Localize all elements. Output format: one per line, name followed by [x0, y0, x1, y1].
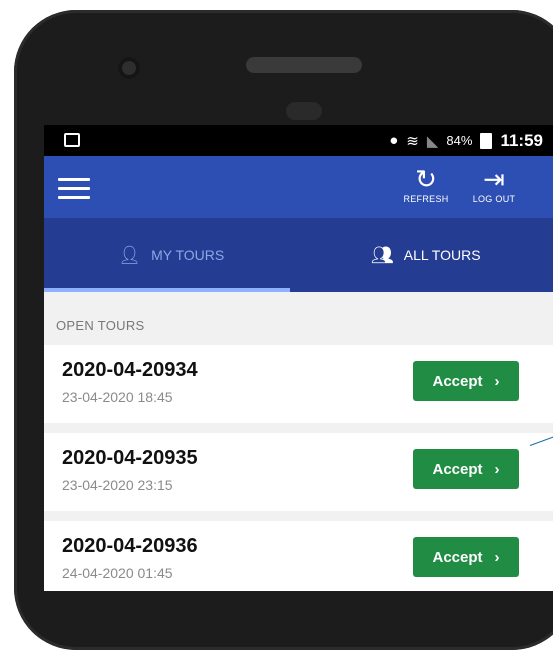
people-icon: 👥︎: [371, 245, 394, 266]
chevron-right-icon: ›: [495, 373, 500, 390]
speaker-grille: [246, 57, 362, 73]
section-label: OPEN TOURS: [44, 292, 553, 345]
tour-id: 2020-04-20935: [62, 447, 198, 470]
location-icon: ●: [389, 132, 398, 149]
accept-button[interactable]: Accept ›: [413, 449, 519, 489]
app-screen: ● ≋ ◣ 84% 11:59 ↻ REFRESH ⇥ LOG OUT 👤︎ M…: [44, 125, 553, 591]
logout-icon: ⇥: [464, 164, 524, 194]
app-bar: ↻ REFRESH ⇥ LOG OUT: [44, 156, 553, 218]
tab-bar: 👤︎ MY TOURS 👥︎ ALL TOURS: [44, 218, 553, 292]
signal-icon: ◣: [427, 132, 439, 150]
tour-date: 23-04-2020 18:45: [62, 389, 173, 405]
active-tab-indicator: [44, 288, 290, 292]
chevron-right-icon: ›: [495, 461, 500, 478]
status-bar: ● ≋ ◣ 84% 11:59: [44, 125, 553, 156]
accept-label: Accept: [432, 461, 482, 478]
tour-date: 23-04-2020 23:15: [62, 477, 173, 493]
proximity-sensor: [286, 102, 322, 120]
tab-my-tours[interactable]: 👤︎ MY TOURS: [44, 218, 299, 292]
hamburger-menu-icon[interactable]: [58, 178, 90, 198]
clock: 11:59: [500, 131, 543, 151]
accept-label: Accept: [432, 549, 482, 566]
chevron-right-icon: ›: [495, 549, 500, 566]
accept-button[interactable]: Accept ›: [413, 361, 519, 401]
tab-all-tours-label: ALL TOURS: [404, 247, 481, 263]
accept-label: Accept: [432, 373, 482, 390]
refresh-label: REFRESH: [396, 194, 456, 204]
logout-label: LOG OUT: [464, 194, 524, 204]
person-icon: 👤︎: [118, 245, 141, 266]
tour-date: 24-04-2020 01:45: [62, 565, 173, 581]
accept-button[interactable]: Accept ›: [413, 537, 519, 577]
wifi-icon: ≋: [406, 132, 419, 150]
tour-card: 2020-04-20935 23-04-2020 23:15 Accept ›: [44, 433, 553, 511]
tour-id: 2020-04-20936: [62, 535, 198, 558]
tour-id: 2020-04-20934: [62, 359, 198, 382]
logout-button[interactable]: ⇥ LOG OUT: [464, 164, 524, 204]
camera-icon: [118, 57, 140, 79]
image-notification-icon: [64, 133, 80, 147]
tab-all-tours[interactable]: 👥︎ ALL TOURS: [299, 218, 553, 292]
refresh-icon: ↻: [396, 164, 456, 194]
tour-card: 2020-04-20936 24-04-2020 01:45 Accept ›: [44, 521, 553, 591]
refresh-button[interactable]: ↻ REFRESH: [396, 164, 456, 204]
battery-percent: 84%: [446, 133, 472, 148]
tour-card: 2020-04-20934 23-04-2020 18:45 Accept ›: [44, 345, 553, 423]
battery-icon: [480, 133, 492, 149]
tab-my-tours-label: MY TOURS: [151, 247, 224, 263]
